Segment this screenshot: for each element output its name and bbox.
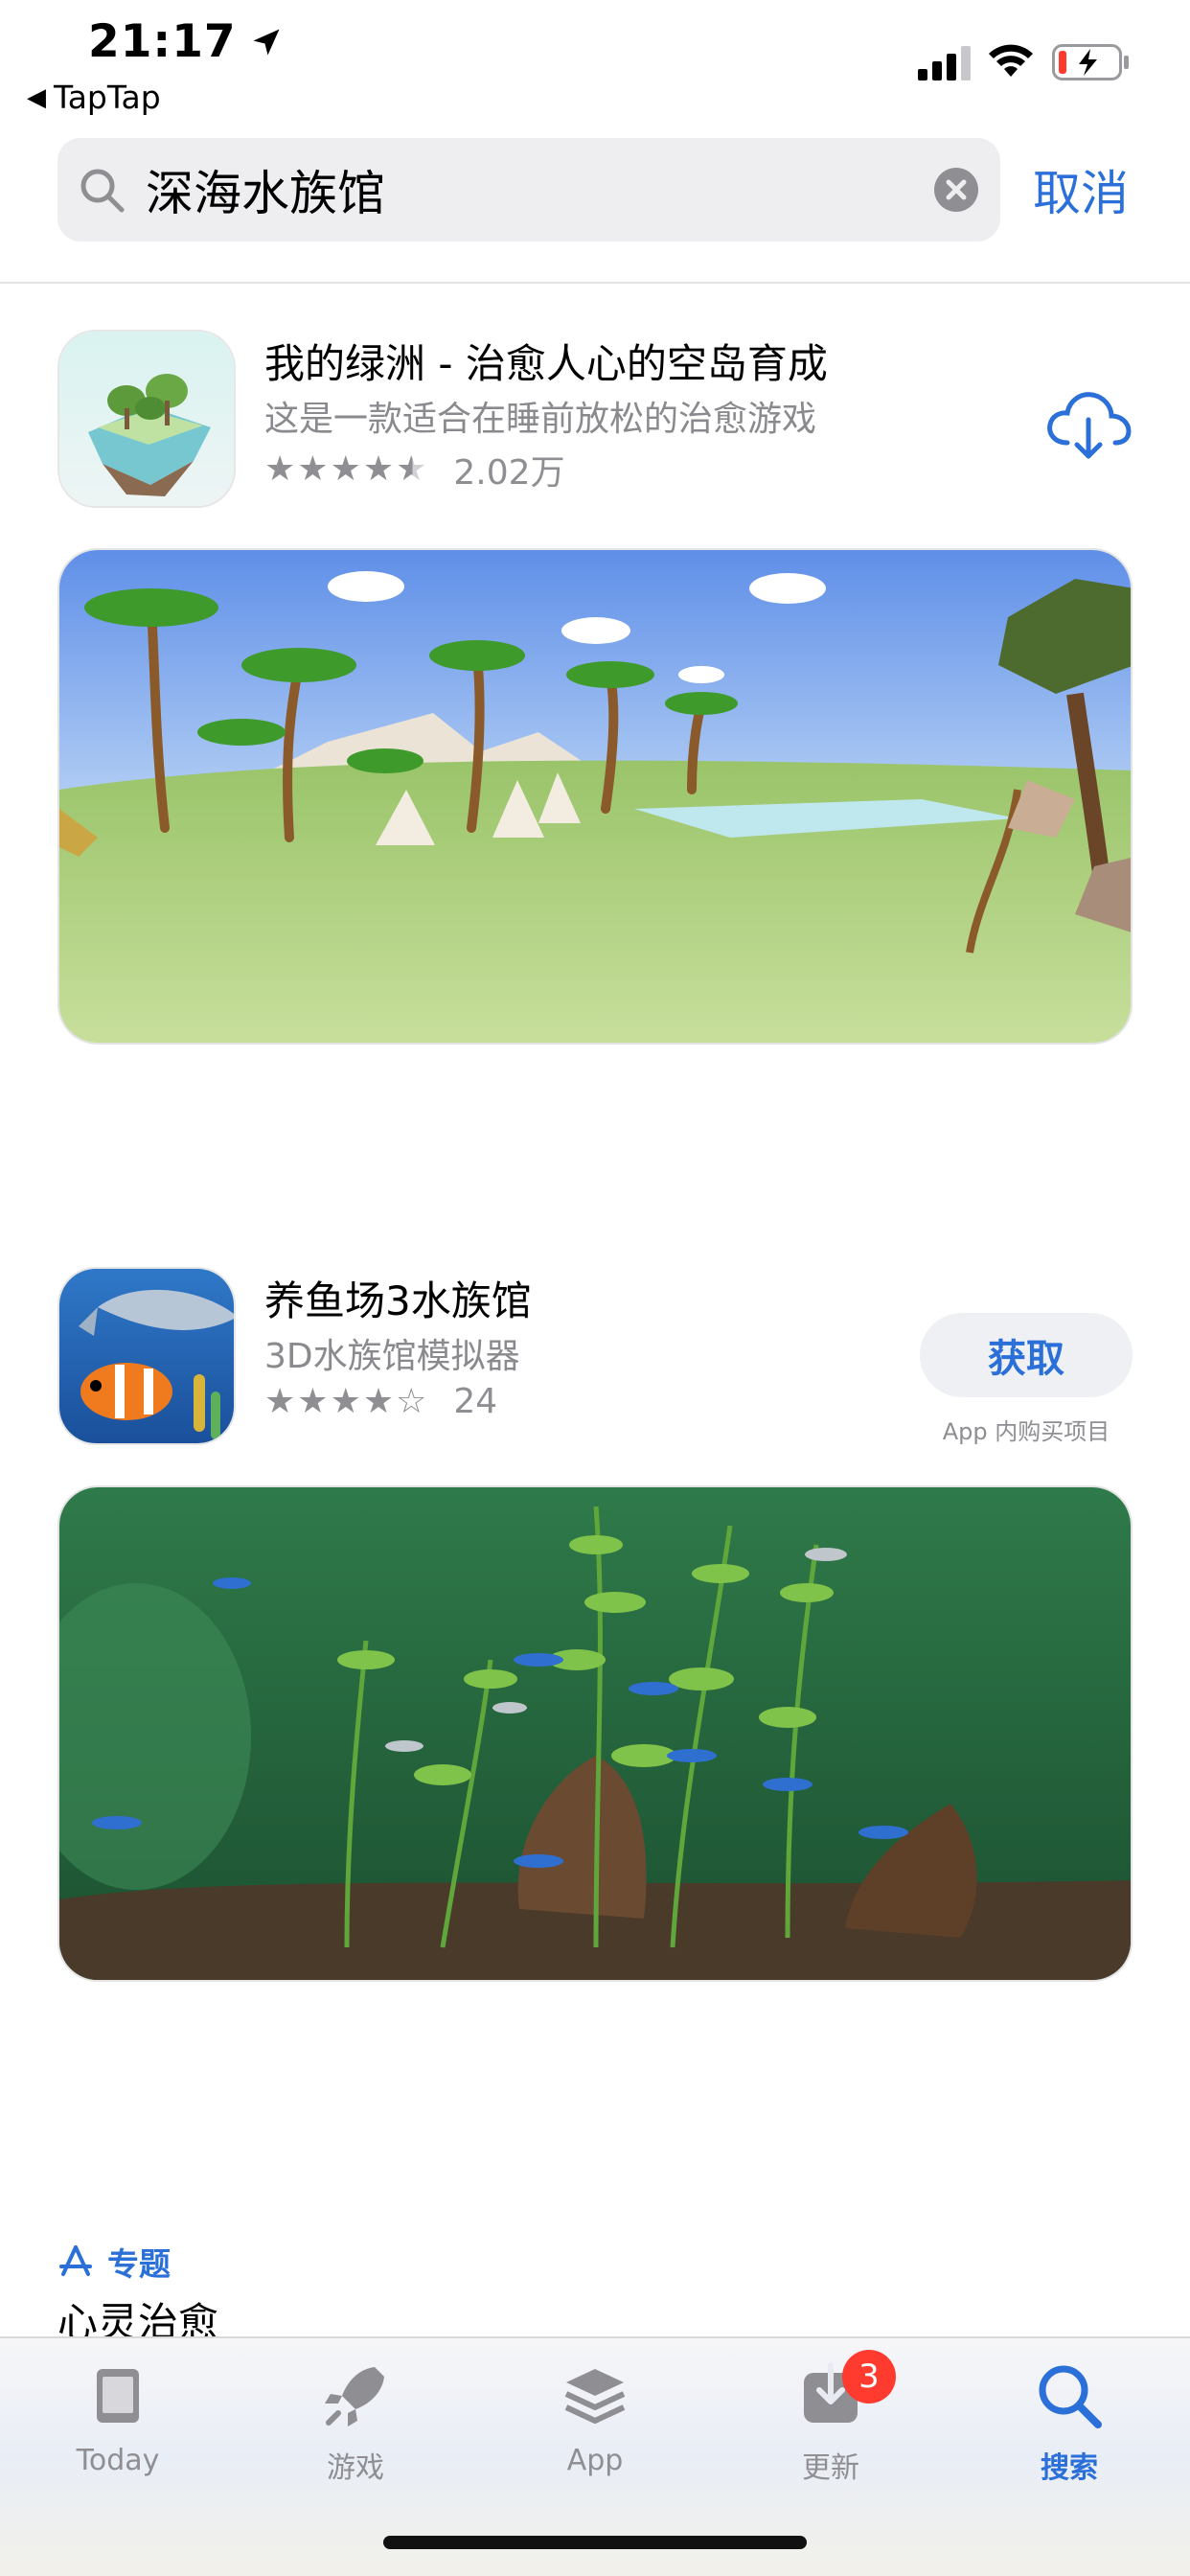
redownload-cloud-icon[interactable] xyxy=(1044,387,1133,464)
star-filled-icon: ★ xyxy=(330,1381,361,1421)
search-result-fish-farm[interactable]: 养鱼场3水族馆 3D水族馆模拟器 ★ ★ ★ ★ ☆ 24 获取 App 内购买… xyxy=(0,1267,1190,1449)
app-subtitle: 3D水族馆模拟器 xyxy=(264,1337,520,1376)
search-icon xyxy=(1039,2365,1102,2428)
get-button[interactable]: 获取 xyxy=(920,1313,1133,1397)
search-field[interactable]: 深海水族馆 xyxy=(57,138,1000,242)
star-filled-icon: ★ xyxy=(297,449,329,489)
app-rating: ★ ★ ★ ★ ★ 2.02万 xyxy=(264,445,565,494)
app-screenshot-fish-farm[interactable] xyxy=(57,1485,1133,1982)
back-to-app-link[interactable]: ◀ TapTap xyxy=(27,79,161,116)
star-empty-icon: ☆ xyxy=(396,1381,427,1421)
tab-label: Today xyxy=(76,2444,160,2477)
today-icon xyxy=(97,2369,139,2423)
app-store-a-icon xyxy=(59,2245,92,2276)
star-half-icon: ★ xyxy=(396,449,427,489)
featured-tag-label: 专题 xyxy=(107,2245,171,2283)
app-subtitle: 这是一款适合在睡前放松的治愈游戏 xyxy=(264,400,817,439)
tab-search[interactable]: 搜索 xyxy=(983,2358,1156,2501)
app-screenshot-oasis[interactable] xyxy=(57,548,1133,1045)
cancel-button[interactable]: 取消 xyxy=(1033,155,1129,224)
tab-label: 更新 xyxy=(802,2451,859,2485)
back-triangle-icon: ◀ xyxy=(27,82,46,112)
tab-label: 搜索 xyxy=(1041,2451,1098,2485)
app-rating: ★ ★ ★ ★ ☆ 24 xyxy=(264,1382,497,1421)
app-icon-oasis[interactable] xyxy=(57,330,236,508)
status-time: 21:17 xyxy=(88,15,237,68)
clear-search-icon[interactable] xyxy=(933,167,979,213)
app-store-search-page: 21:17 ◀ TapTap 深海水族馆 取消 我的绿洲 - 治愈人心的空岛育成… xyxy=(0,0,1190,2576)
search-result-oasis[interactable]: 我的绿洲 - 治愈人心的空岛育成 这是一款适合在睡前放松的治愈游戏 ★ ★ ★ … xyxy=(0,330,1190,512)
search-icon xyxy=(80,169,125,213)
app-icon-fish-farm[interactable] xyxy=(57,1267,236,1445)
battery-charging-icon xyxy=(1052,44,1129,80)
header-divider xyxy=(0,282,1190,284)
back-app-label: TapTap xyxy=(54,79,161,116)
app-name[interactable]: 我的绿洲 - 治愈人心的空岛育成 xyxy=(264,332,828,390)
featured-tag: 专题 xyxy=(57,2239,171,2285)
star-filled-icon: ★ xyxy=(362,449,395,489)
tab-updates[interactable]: 3 更新 xyxy=(744,2350,917,2501)
home-indicator[interactable] xyxy=(383,2536,807,2549)
rocket-icon xyxy=(325,2367,384,2426)
updates-badge: 3 xyxy=(842,2350,896,2404)
star-filled-icon: ★ xyxy=(362,1381,395,1421)
search-query-text[interactable]: 深海水族馆 xyxy=(146,155,933,224)
app-stack-icon xyxy=(564,2369,626,2424)
star-filled-icon: ★ xyxy=(297,1381,329,1421)
star-filled-icon: ★ xyxy=(330,449,361,489)
tab-games[interactable]: 游戏 xyxy=(269,2358,442,2501)
app-name[interactable]: 养鱼场3水族馆 xyxy=(264,1269,532,1327)
location-arrow-icon xyxy=(253,29,280,56)
star-filled-icon: ★ xyxy=(264,1381,296,1421)
tab-label: App xyxy=(566,2444,624,2477)
wifi-icon xyxy=(989,44,1033,77)
star-filled-icon: ★ xyxy=(264,449,296,489)
in-app-purchase-note: App 内购买项目 xyxy=(942,1418,1110,1445)
cellular-signal-icon xyxy=(918,46,971,80)
tab-label: 游戏 xyxy=(327,2451,384,2485)
rating-count: 24 xyxy=(453,1382,498,1421)
tab-apps[interactable]: App xyxy=(509,2358,681,2501)
tab-today[interactable]: Today xyxy=(32,2358,204,2501)
rating-count: 2.02万 xyxy=(453,453,565,493)
